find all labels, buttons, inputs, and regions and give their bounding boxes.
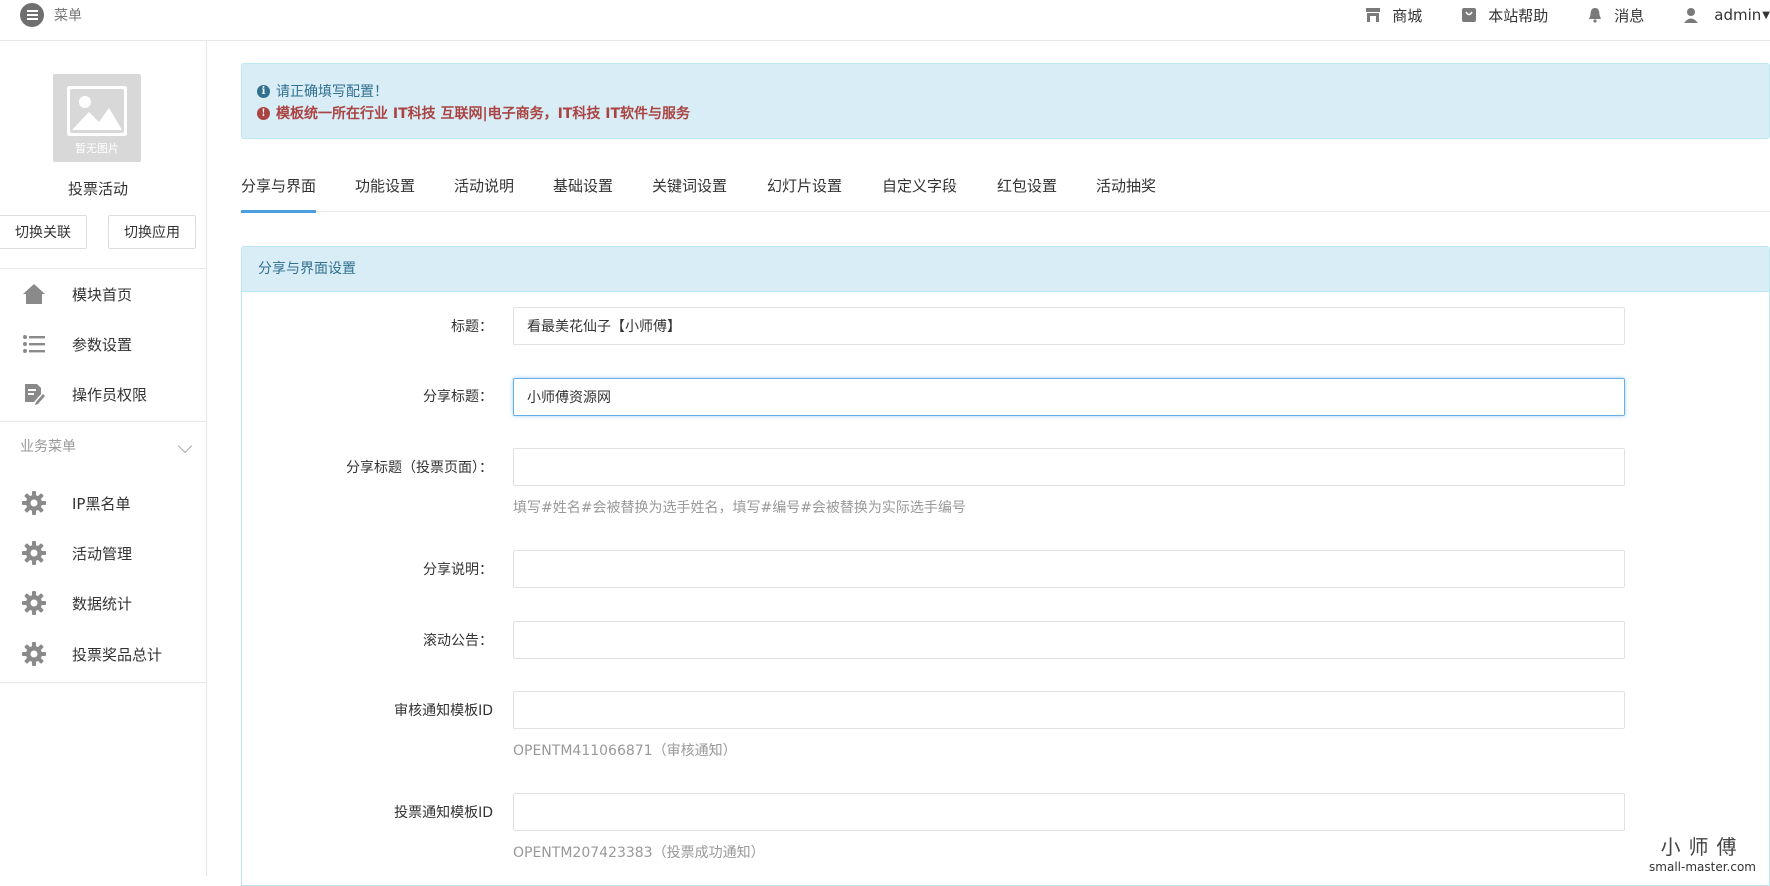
review-template-input[interactable] <box>513 691 1625 729</box>
tab-function[interactable]: 功能设置 <box>355 175 415 210</box>
alert-warning-line: ! 模板统一所在行业 IT科技 互联网|电子商务，IT科技 IT软件与服务 <box>257 103 690 123</box>
bell-icon <box>1589 8 1602 23</box>
tab-basic[interactable]: 基础设置 <box>553 175 613 210</box>
tab-keywords[interactable]: 关键词设置 <box>652 175 727 210</box>
tab-share-ui[interactable]: 分享与界面 <box>241 175 317 213</box>
watermark-url: small-master.com <box>1649 860 1756 874</box>
user-menu[interactable]: admin ▼ <box>1682 6 1770 24</box>
home-icon <box>21 281 47 307</box>
top-navbar: 菜单 商城 本站帮助 消息 admin ▼ <box>0 0 1770 41</box>
app-name: 投票活动 <box>67 180 128 198</box>
tab-lottery[interactable]: 活动抽奖 <box>1096 175 1156 210</box>
share-title-input[interactable] <box>513 378 1625 416</box>
sidebar-divider <box>0 268 206 269</box>
alert-info-text: 请正确填写配置！ <box>276 84 388 100</box>
sidebar-divider <box>0 682 206 683</box>
review-template-help: OPENTM411066871（审核通知） <box>513 743 737 759</box>
panel-title: 分享与界面设置 <box>242 247 1769 292</box>
sidebar-item-label: 参数设置 <box>72 335 133 354</box>
sidebar-item-statistics[interactable]: 数据统计 <box>0 581 206 625</box>
store-icon <box>1366 8 1381 22</box>
messages-link[interactable]: 消息 <box>1586 5 1644 26</box>
title-label: 标题： <box>451 319 493 335</box>
sidebar-item-prize-total[interactable]: 投票奖品总计 <box>0 632 206 676</box>
app-thumbnail: 暂无图片 <box>53 74 141 162</box>
sidebar-item-home[interactable]: 模块首页 <box>0 272 206 316</box>
tab-activity-desc[interactable]: 活动说明 <box>454 175 514 210</box>
scroll-notice-input[interactable] <box>513 621 1625 659</box>
info-circle-icon: i <box>257 84 270 98</box>
title-input[interactable] <box>513 307 1625 345</box>
sidebar-item-params[interactable]: 参数设置 <box>0 322 206 366</box>
share-desc-input[interactable] <box>513 550 1625 588</box>
share-title-vote-label: 分享标题（投票页面）： <box>346 460 493 476</box>
help-link[interactable]: 本站帮助 <box>1460 5 1548 26</box>
help-bag-icon <box>1462 8 1477 22</box>
review-template-label: 审核通知模板ID <box>394 703 493 719</box>
tab-red-packet[interactable]: 红包设置 <box>997 175 1057 210</box>
business-menu-header[interactable]: 业务菜单 <box>20 436 76 456</box>
sidebar-item-label: 操作员权限 <box>72 385 148 404</box>
gear-icon <box>21 641 47 667</box>
menu-toggle-button[interactable]: 菜单 <box>20 3 82 27</box>
sidebar-item-label: 数据统计 <box>72 594 133 613</box>
edit-document-icon <box>21 381 47 407</box>
sidebar-item-label: 活动管理 <box>72 544 133 563</box>
share-title-vote-help: 填写#姓名#会被替换为选手姓名，填写#编号#会被替换为实际选手编号 <box>513 500 966 516</box>
sidebar-item-activity-manage[interactable]: 活动管理 <box>0 531 206 575</box>
menu-list-icon <box>20 3 44 27</box>
watermark: 小师傅 small-master.com <box>1649 831 1756 874</box>
store-label: 商城 <box>1392 6 1423 25</box>
sidebar-item-label: 模块首页 <box>72 285 133 304</box>
sidebar-item-operators[interactable]: 操作员权限 <box>0 372 206 416</box>
config-alert: i 请正确填写配置！ ! 模板统一所在行业 IT科技 互联网|电子商务，IT科技… <box>241 63 1770 139</box>
user-label: admin <box>1714 6 1762 24</box>
messages-label: 消息 <box>1614 6 1645 25</box>
sidebar-item-ip-blacklist[interactable]: IP黑名单 <box>0 481 206 525</box>
share-desc-label: 分享说明： <box>423 562 493 578</box>
avatar-caption: 暂无图片 <box>75 142 119 155</box>
list-icon <box>21 331 47 357</box>
switch-link-button[interactable]: 切换关联 <box>0 215 87 249</box>
sidebar-item-label: 投票奖品总计 <box>72 645 163 664</box>
menu-label: 菜单 <box>54 8 82 24</box>
switch-app-button[interactable]: 切换应用 <box>108 215 196 249</box>
share-title-vote-input[interactable] <box>513 448 1625 486</box>
sidebar-item-label: IP黑名单 <box>72 494 131 513</box>
vote-template-help: OPENTM207423383（投票成功通知） <box>513 845 765 861</box>
tab-custom-fields[interactable]: 自定义字段 <box>882 175 957 210</box>
scroll-notice-label: 滚动公告： <box>423 633 493 649</box>
chevron-down-icon[interactable] <box>177 438 193 454</box>
caret-down-icon: ▼ <box>1762 9 1770 21</box>
share-title-label: 分享标题： <box>423 389 493 405</box>
gear-icon <box>21 490 47 516</box>
sidebar-divider <box>0 421 206 422</box>
store-link[interactable]: 商城 <box>1364 5 1422 26</box>
image-placeholder-icon <box>67 86 127 136</box>
gear-icon <box>21 540 47 566</box>
user-icon <box>1684 8 1699 23</box>
watermark-title: 小师傅 <box>1660 835 1745 859</box>
alert-info-line: i 请正确填写配置！ <box>257 81 388 101</box>
vote-template-input[interactable] <box>513 793 1625 831</box>
sidebar: 暂无图片 投票活动 切换关联 切换应用 模块首页 参数设置 操作员权限 业务菜单… <box>0 41 207 876</box>
vote-template-label: 投票通知模板ID <box>394 805 493 821</box>
alert-warning-text: 模板统一所在行业 IT科技 互联网|电子商务，IT科技 IT软件与服务 <box>276 106 691 122</box>
exclamation-circle-icon: ! <box>257 106 270 120</box>
gear-icon <box>21 590 47 616</box>
settings-tabs: 分享与界面 功能设置 活动说明 基础设置 关键词设置 幻灯片设置 自定义字段 红… <box>241 162 1770 213</box>
help-label: 本站帮助 <box>1488 6 1549 25</box>
tab-slides[interactable]: 幻灯片设置 <box>767 175 842 210</box>
